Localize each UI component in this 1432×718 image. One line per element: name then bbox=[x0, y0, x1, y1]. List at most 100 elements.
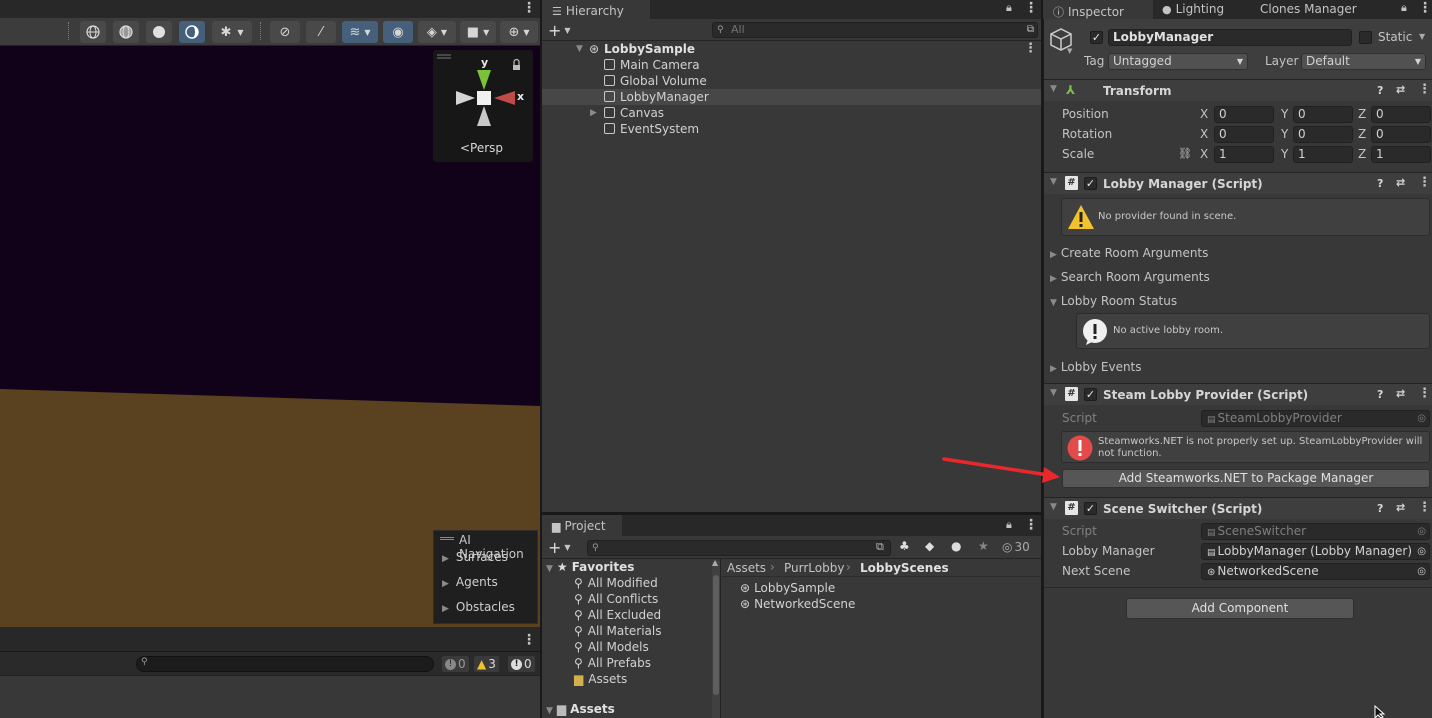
component-menu-icon[interactable]: ⋮ bbox=[1418, 82, 1431, 97]
help-icon[interactable]: ? bbox=[1377, 84, 1383, 97]
expand-arrow-icon[interactable]: ▼ bbox=[546, 706, 553, 716]
next-scene-field[interactable]: ⊛ NetworkedScene ◎ bbox=[1201, 563, 1430, 580]
expand-arrow-icon[interactable]: ▶ bbox=[1050, 250, 1057, 260]
favorite-item[interactable]: ⚲ All Models bbox=[574, 639, 649, 655]
expand-arrow-icon[interactable]: ▶ bbox=[442, 554, 449, 564]
hierarchy-search-input[interactable]: ⚲ All ⧉ bbox=[712, 22, 1038, 38]
lock-icon[interactable]: 🔒︎ bbox=[1006, 1, 1012, 15]
component-enabled-checkbox[interactable]: ✓ bbox=[1084, 502, 1097, 515]
scroll-up-arrow-icon[interactable]: ▲ bbox=[712, 558, 718, 567]
position-z-field[interactable]: 0 bbox=[1371, 106, 1431, 123]
assets-header[interactable]: ▼ ▆ Assets bbox=[546, 701, 615, 718]
component-menu-icon[interactable]: ⋮ bbox=[1418, 500, 1431, 515]
component-menu-icon[interactable]: ⋮ bbox=[1418, 386, 1431, 401]
lock-icon[interactable]: 🔒︎ bbox=[1401, 1, 1407, 15]
scrollbar-thumb[interactable] bbox=[713, 575, 719, 695]
breadcrumb-item-current[interactable]: LobbyScenes bbox=[860, 561, 949, 575]
component-enabled-checkbox[interactable]: ✓ bbox=[1084, 388, 1097, 401]
hierarchy-item[interactable]: Global Volume bbox=[542, 73, 1041, 89]
foldout-create-room-arguments[interactable]: ▶ Create Room Arguments bbox=[1050, 246, 1208, 260]
tab-project[interactable]: ▆ Project bbox=[542, 515, 622, 536]
hierarchy-item[interactable]: ▶ Canvas bbox=[542, 105, 1041, 121]
gizmos-dropdown-button[interactable]: ⊕ ▼ bbox=[500, 21, 538, 43]
dropdown-arrow-icon[interactable]: ▼ bbox=[1419, 32, 1425, 41]
console-error-filter[interactable]: ! 0 bbox=[508, 656, 535, 672]
effects-button[interactable]: ≋ ▼ bbox=[342, 21, 378, 43]
scene-search-icon[interactable]: ⧉ bbox=[1027, 23, 1034, 37]
preset-icon[interactable]: ⇄ bbox=[1396, 501, 1405, 514]
dropdown-arrow-icon[interactable]: ▼ bbox=[1067, 47, 1072, 55]
scale-y-field[interactable]: 1 bbox=[1293, 146, 1353, 163]
active-checkbox[interactable]: ✓ bbox=[1090, 31, 1103, 44]
layers-dropdown-button[interactable]: ◈ ▼ bbox=[418, 21, 456, 43]
constrain-proportions-icon[interactable]: ⛓︎ bbox=[1178, 147, 1192, 160]
camera-dropdown-button[interactable]: ■ ▼ bbox=[460, 21, 496, 43]
scene-menu-icon[interactable]: ⋮ bbox=[522, 0, 536, 16]
wireframe-shading-button[interactable] bbox=[80, 21, 106, 43]
favorite-item[interactable]: ▆ Assets bbox=[574, 671, 627, 687]
lobby-manager-field[interactable]: ▤ LobbyManager (Lobby Manager) ◎ bbox=[1201, 543, 1430, 560]
preset-icon[interactable]: ⇄ bbox=[1396, 176, 1405, 189]
favorite-star-icon[interactable]: ★ bbox=[978, 539, 989, 553]
rotation-x-field[interactable]: 0 bbox=[1214, 126, 1274, 143]
lobby-manager-header[interactable]: ▼ # ✓ Lobby Manager (Script) ? ⇄ ⋮ bbox=[1044, 172, 1432, 194]
collapse-arrow-icon[interactable]: ▼ bbox=[1050, 84, 1057, 94]
object-picker-icon[interactable]: ◎ bbox=[1417, 564, 1426, 579]
collapse-arrow-icon[interactable]: ▼ bbox=[1050, 388, 1057, 398]
collapse-arrow-icon[interactable]: ▼ bbox=[1050, 298, 1057, 308]
position-x-field[interactable]: 0 bbox=[1214, 106, 1274, 123]
scale-x-field[interactable]: 1 bbox=[1214, 146, 1274, 163]
asset-item[interactable]: ⊛ NetworkedScene bbox=[740, 596, 855, 612]
search-window-icon[interactable]: ⧉ bbox=[876, 540, 884, 554]
rotation-z-field[interactable]: 0 bbox=[1371, 126, 1431, 143]
project-search-input[interactable]: ⚲ bbox=[587, 540, 891, 556]
overlay-grip[interactable] bbox=[440, 537, 454, 540]
object-picker-icon[interactable]: ◎ bbox=[1417, 544, 1426, 559]
label-filter-icon[interactable]: ◆ bbox=[925, 539, 934, 553]
breadcrumb-item[interactable]: Assets bbox=[727, 561, 766, 575]
console-warning-filter[interactable]: ▲ 3 bbox=[474, 656, 499, 672]
tab-lighting[interactable]: ● Lighting bbox=[1162, 2, 1224, 16]
favorite-item[interactable]: ⚲ All Excluded bbox=[574, 607, 661, 623]
asset-item[interactable]: ⊛ LobbySample bbox=[740, 580, 835, 596]
project-menu-icon[interactable]: ⋮ bbox=[1024, 517, 1038, 533]
rotation-y-field[interactable]: 0 bbox=[1293, 126, 1353, 143]
ai-nav-item-surfaces[interactable]: ▶ Surfaces bbox=[442, 550, 508, 564]
static-checkbox[interactable] bbox=[1359, 31, 1372, 44]
projection-label[interactable]: <Persp bbox=[460, 141, 503, 155]
preset-icon[interactable]: ⇄ bbox=[1396, 83, 1405, 96]
expand-arrow-icon[interactable]: ▼ bbox=[546, 564, 553, 574]
2d-toggle-button[interactable]: ⊘ bbox=[270, 21, 300, 43]
transform-header[interactable]: ▼ ⅄ Transform ? ⇄ ⋮ bbox=[1044, 79, 1432, 101]
shaded-wireframe-button[interactable] bbox=[113, 21, 139, 43]
component-enabled-checkbox[interactable]: ✓ bbox=[1084, 177, 1097, 190]
scale-z-field[interactable]: 1 bbox=[1371, 146, 1431, 163]
tag-dropdown[interactable]: Untagged ▼ bbox=[1108, 53, 1248, 70]
ai-nav-item-agents[interactable]: ▶ Agents bbox=[442, 575, 498, 589]
collapse-arrow-icon[interactable]: ▼ bbox=[1050, 502, 1057, 512]
shaded-button[interactable] bbox=[146, 21, 172, 43]
tab-hierarchy[interactable]: ☰ Hierarchy bbox=[542, 0, 650, 19]
expand-arrow-icon[interactable]: ▶ bbox=[1050, 364, 1057, 374]
favorite-item[interactable]: ⚲ All Modified bbox=[574, 575, 658, 591]
lighting-toggle-button[interactable]: ⁄ bbox=[306, 21, 336, 43]
collapse-arrow-icon[interactable]: ▼ bbox=[1050, 177, 1057, 187]
favorite-item[interactable]: ⚲ All Conflicts bbox=[574, 591, 658, 607]
expand-arrow-icon[interactable]: ▶ bbox=[442, 604, 449, 614]
add-steamworks-button[interactable]: Add Steamworks.NET to Package Manager bbox=[1062, 469, 1430, 488]
scene-switcher-header[interactable]: ▼ # ✓ Scene Switcher (Script) ? ⇄ ⋮ bbox=[1044, 497, 1432, 519]
add-component-button[interactable]: Add Component bbox=[1126, 598, 1354, 619]
inspector-menu-icon[interactable]: ⋮ bbox=[1418, 0, 1432, 16]
console-info-filter[interactable]: ! 0 bbox=[442, 656, 469, 672]
scene-menu-icon[interactable]: ⋮ bbox=[1024, 41, 1037, 57]
help-icon[interactable]: ? bbox=[1377, 388, 1383, 401]
hierarchy-menu-icon[interactable]: ⋮ bbox=[1024, 0, 1038, 16]
hidden-packages-toggle[interactable]: ◎ 30 bbox=[1002, 540, 1030, 554]
create-button[interactable]: + ▼ bbox=[548, 21, 571, 40]
scene-root-row[interactable]: ▼ ⊛ LobbySample ⋮ bbox=[542, 41, 1041, 57]
hierarchy-item-selected[interactable]: LobbyManager bbox=[542, 89, 1041, 105]
expand-arrow-icon[interactable]: ▼ bbox=[576, 41, 583, 57]
create-asset-button[interactable]: + ▼ bbox=[548, 538, 571, 557]
expand-arrow-icon[interactable]: ▶ bbox=[590, 105, 597, 121]
expand-arrow-icon[interactable]: ▶ bbox=[442, 579, 449, 589]
